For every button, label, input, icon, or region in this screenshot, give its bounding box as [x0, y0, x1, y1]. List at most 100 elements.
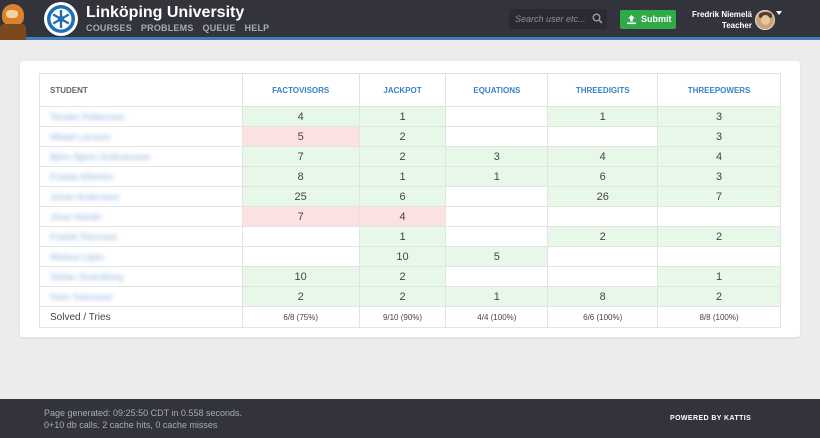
table-row: Björn Ågren Gullmarsson 7 2 3 4 4 [39, 146, 781, 167]
powered-by-kattis[interactable]: POWERED BY KATTIS [670, 415, 751, 422]
kattis-mascot-icon[interactable] [0, 0, 30, 40]
nav-help[interactable]: HELP [245, 23, 270, 33]
summary-cell: 8/8 (100%) [657, 306, 781, 328]
summary-label: Solved / Tries [39, 306, 243, 328]
tries-cell [547, 206, 659, 227]
brand-title[interactable]: Linköping University [86, 4, 244, 22]
tries-cell: 8 [241, 166, 360, 187]
tries-cell [445, 266, 549, 287]
student-name-link[interactable]: Torsten Pettersson [50, 112, 125, 122]
tries-cell [241, 226, 360, 247]
tries-cell: 3 [657, 126, 781, 147]
tries-cell: 1 [547, 106, 659, 127]
tries-cell: 5 [241, 126, 360, 147]
table-row: Johan Andersson 25 6 26 7 [39, 186, 781, 207]
student-cell: Johan Andersson [39, 186, 243, 207]
search-placeholder: Search user etc... [515, 14, 586, 24]
tries-cell: 7 [241, 146, 360, 167]
footer-db-text: 0+10 db calls. 2 cache hits, 0 cache mis… [44, 420, 218, 430]
table-row: Stefan Strandberg 10 2 1 [39, 266, 781, 287]
student-cell: Björn Ågren Gullmarsson [39, 146, 243, 167]
student-name-link[interactable]: Stefan Strandberg [50, 272, 123, 282]
nav-queue[interactable]: QUEUE [203, 23, 236, 33]
tries-cell [657, 206, 781, 227]
main-nav: COURSES PROBLEMS QUEUE HELP [86, 23, 269, 33]
tries-cell: 10 [241, 266, 360, 287]
tries-cell: 2 [241, 286, 360, 307]
tries-cell: 4 [241, 106, 360, 127]
caret-down-icon[interactable] [776, 11, 782, 15]
summary-row: Solved / Tries 6/8 (75%) 9/10 (90%) 4/4 (10… [39, 306, 781, 328]
submit-button[interactable]: Submit [620, 10, 676, 29]
student-name-link[interactable]: Markus Lejon [50, 252, 104, 262]
search-icon[interactable] [592, 13, 603, 24]
submit-label: Submit [641, 14, 672, 24]
nav-courses[interactable]: COURSES [86, 23, 132, 33]
student-name-link[interactable]: Fredrik Renmark [50, 232, 117, 242]
column-header-problem[interactable]: JACKPOT [358, 73, 447, 107]
tries-cell [445, 186, 549, 207]
tries-cell: 1 [445, 166, 549, 187]
table-body: Torsten Pettersson 4 1 1 3 Mikael Larsson 5 2 3 B… [39, 106, 781, 328]
column-header-problem[interactable]: THREEDIGITS [547, 73, 659, 107]
scoreboard-table: STUDENT FACTOVISORS JACKPOT EQUATIONS TH… [39, 73, 781, 328]
tries-cell: 4 [547, 146, 659, 167]
table-row: Sven Svensson 2 2 1 8 2 [39, 286, 781, 307]
user-role: Teacher [721, 21, 752, 30]
page-footer: Page generated: 09:25:50 CDT in 0.558 se… [0, 399, 820, 438]
summary-cell: 4/4 (100%) [445, 306, 549, 328]
tries-cell: 4 [657, 146, 781, 167]
table-row: Jöran Nordin 7 4 [39, 206, 781, 227]
student-name-link[interactable]: Mikael Larsson [50, 132, 111, 142]
user-name: Fredrik Niemelä [691, 10, 752, 19]
column-header-problem[interactable]: THREEPOWERS [657, 73, 781, 107]
tries-cell [547, 126, 659, 147]
tries-cell: 2 [358, 286, 447, 307]
tries-cell: 3 [657, 106, 781, 127]
student-name-link[interactable]: Sven Svensson [50, 292, 113, 302]
university-logo-icon[interactable] [44, 2, 78, 36]
tries-cell: 2 [358, 266, 447, 287]
student-name-link[interactable]: Jöran Nordin [50, 212, 102, 222]
tries-cell: 1 [358, 226, 447, 247]
user-menu[interactable]: Fredrik Niemelä Teacher [680, 9, 752, 31]
student-cell: Stefan Strandberg [39, 266, 243, 287]
nav-problems[interactable]: PROBLEMS [141, 23, 194, 33]
tries-cell: 2 [358, 146, 447, 167]
tries-cell: 2 [657, 226, 781, 247]
avatar[interactable] [755, 10, 775, 30]
tries-cell: 10 [358, 246, 447, 267]
student-name-link[interactable]: Björn Ågren Gullmarsson [50, 152, 151, 162]
student-cell: Jöran Nordin [39, 206, 243, 227]
results-card: STUDENT FACTOVISORS JACKPOT EQUATIONS TH… [20, 61, 800, 337]
column-header-problem[interactable]: EQUATIONS [445, 73, 549, 107]
footer-generated-text: Page generated: 09:25:50 CDT in 0.558 se… [44, 408, 242, 418]
tries-cell: 7 [657, 186, 781, 207]
table-row: Markus Lejon 10 5 [39, 246, 781, 267]
search-input[interactable]: Search user etc... [509, 9, 607, 29]
top-navbar: Linköping University COURSES PROBLEMS QU… [0, 0, 820, 40]
tries-cell [445, 206, 549, 227]
student-cell: Mikael Larsson [39, 126, 243, 147]
tries-cell: 1 [657, 266, 781, 287]
tries-cell: 6 [358, 186, 447, 207]
tries-cell [547, 266, 659, 287]
tries-cell: 26 [547, 186, 659, 207]
tries-cell: 2 [657, 286, 781, 307]
tries-cell: 6 [547, 166, 659, 187]
column-header-problem[interactable]: FACTOVISORS [241, 73, 360, 107]
tries-cell: 1 [445, 286, 549, 307]
tries-cell: 7 [241, 206, 360, 227]
tries-cell: 3 [657, 166, 781, 187]
summary-cell: 6/6 (100%) [547, 306, 659, 328]
student-cell: Markus Lejon [39, 246, 243, 267]
student-name-link[interactable]: Johan Andersson [50, 192, 120, 202]
tries-cell [241, 246, 360, 267]
tries-cell [547, 246, 659, 267]
tries-cell [445, 126, 549, 147]
tries-cell: 4 [358, 206, 447, 227]
tries-cell: 3 [445, 146, 549, 167]
tries-cell: 5 [445, 246, 549, 267]
student-name-link[interactable]: Franke Elfström [50, 172, 114, 182]
upload-icon [627, 15, 636, 25]
